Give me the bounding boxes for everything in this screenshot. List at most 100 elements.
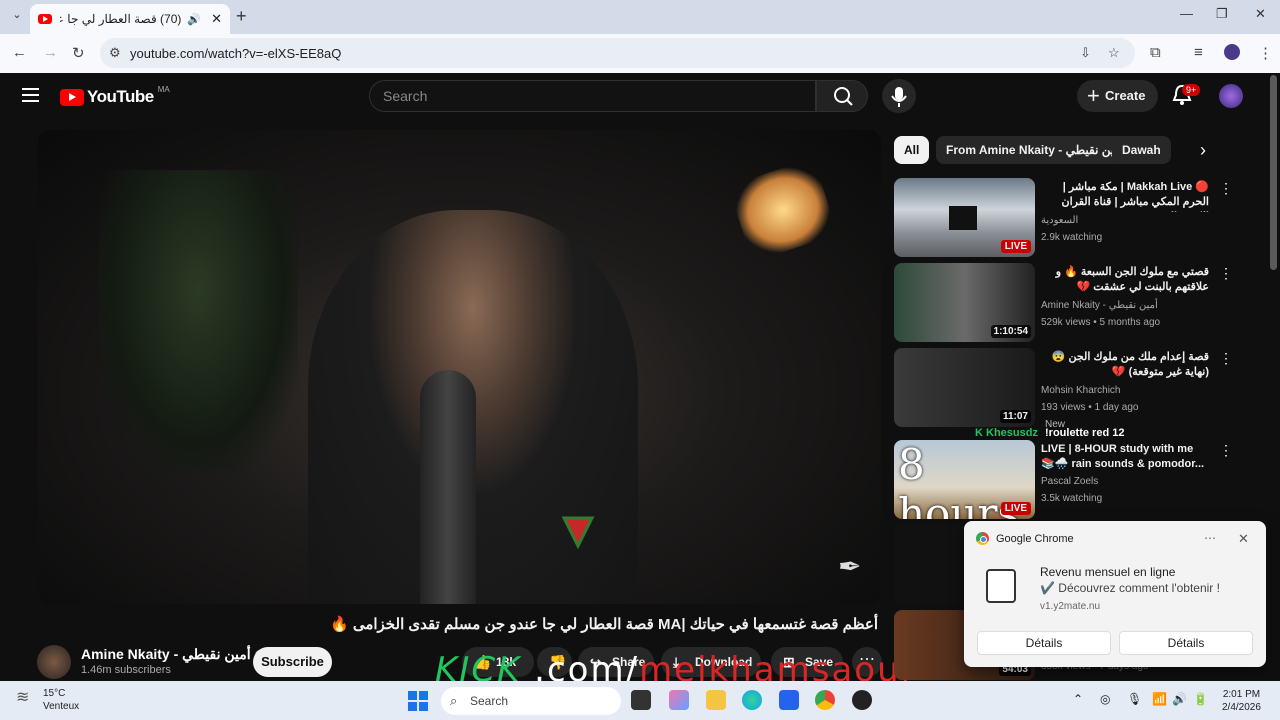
rec-title[interactable]: قصتي مع ملوك الجن السبعة 🔥 و علاقتهم بال… (1041, 265, 1209, 295)
kick-chat-user: K Khesusdz (975, 427, 1038, 439)
rec-meta: 2.9k watching (1041, 232, 1103, 243)
chevron-right-icon[interactable]: › (1200, 140, 1206, 161)
tray-app-icon[interactable]: ◎ (1100, 692, 1110, 706)
browser-chrome: ⌄ (70) قصة العطار لي جا عندو 🔊 ✕ + — ❐ ✕… (0, 0, 1280, 73)
tray-expand-icon[interactable]: ⌃ (1073, 692, 1083, 706)
channel-avatar[interactable] (37, 645, 71, 679)
thumbnail[interactable]: 1:10:54 (894, 263, 1035, 342)
video-title-text: أعظم قصة غتسمعها في حياتك |MA قصة العطار… (329, 616, 878, 633)
youtube-logo[interactable]: YouTube MA (60, 85, 170, 107)
browser-tab[interactable]: (70) قصة العطار لي جا عندو 🔊 ✕ (30, 4, 230, 34)
speaker-icon[interactable]: 🔊 (187, 13, 201, 26)
recommendation-item[interactable]: 11:07 قصة إعدام ملك من ملوك الجن 😨 (نهاي… (894, 348, 1264, 428)
tab-title: (70) قصة العطار لي جا عندو (60, 12, 182, 26)
more-vert-icon[interactable]: ⋮ (1219, 442, 1233, 459)
logo-text: YouTube (87, 87, 154, 106)
edge-icon[interactable] (742, 690, 762, 710)
scrollbar[interactable] (1270, 75, 1277, 270)
tray-mic-icon[interactable]: 🎙 (1127, 692, 1142, 706)
recommendation-item[interactable]: 8 hours LIVE LIVE | 8-HOUR study with me… (894, 440, 1264, 520)
browser-menu-icon[interactable]: ⋮ (1258, 44, 1273, 62)
chrome-taskbar-icon[interactable] (815, 690, 835, 710)
taskbar-clock[interactable]: 2:01 PM 2/4/2026 (1222, 688, 1261, 714)
rec-channel[interactable]: السعودية (1041, 215, 1078, 226)
youtube-favicon-icon (38, 14, 52, 24)
file-explorer-icon[interactable] (706, 690, 726, 710)
chip-all[interactable]: All (894, 136, 930, 164)
weather-widget[interactable]: ≋ 15°C Venteux (16, 687, 79, 713)
rec-title[interactable]: LIVE | 8-HOUR study with me 📚🌧️ rain sou… (1041, 442, 1209, 472)
forward-icon[interactable]: → (43, 44, 58, 61)
chip-from-channel[interactable]: From Amine Nkaity - أمين نقيطي (936, 136, 1135, 164)
thumbnail[interactable]: 8 hours LIVE (894, 440, 1035, 519)
search-button[interactable] (816, 80, 868, 112)
subscriber-count: 1.46m subscribers (81, 664, 171, 676)
taskbar-search[interactable]: ⌕ Search (441, 687, 621, 715)
notification-menu-icon[interactable]: ⋯ (1204, 531, 1216, 545)
volume-icon[interactable]: 🔊 (1172, 692, 1187, 706)
notification-source: v1.y2mate.nu (1040, 601, 1101, 612)
maximize-button[interactable]: ❐ (1216, 6, 1228, 22)
channel-watermark-icon[interactable]: ✒ (838, 550, 861, 583)
notification-app: Google Chrome (996, 533, 1074, 545)
duration-badge: 1:10:54 (990, 325, 1031, 338)
rec-channel[interactable]: Pascal Zoels (1041, 476, 1098, 487)
more-vert-icon[interactable]: ⋮ (1219, 180, 1233, 197)
rec-title[interactable]: 🔴 Makkah Live | مكة مباشر | الحرم المكي … (1041, 180, 1209, 212)
live-badge: LIVE (1000, 502, 1031, 515)
watermelon-print-icon (561, 516, 595, 550)
plus-icon: + (1087, 83, 1100, 108)
windows-start-icon[interactable] (408, 691, 428, 711)
search-icon (834, 87, 853, 106)
recommendation-item[interactable]: LIVE 🔴 Makkah Live | مكة مباشر | الحرم ا… (894, 178, 1264, 258)
search-input[interactable]: Search (369, 80, 816, 112)
rec-channel[interactable]: Amine Nkaity - أمين نقيطي (1041, 300, 1158, 311)
wifi-icon[interactable]: 📶 (1152, 692, 1167, 706)
notification-close-icon[interactable]: ✕ (1238, 531, 1249, 547)
new-tab-button[interactable]: + (236, 6, 247, 27)
notification-details-button[interactable]: Détails (977, 631, 1111, 655)
back-icon[interactable]: ← (12, 44, 27, 61)
address-bar[interactable]: ⚙ youtube.com/watch?v=-elXS-EE8aQ ⇩ ☆ (100, 38, 1135, 68)
install-app-icon[interactable]: ⇩ (1080, 45, 1091, 61)
account-avatar[interactable] (1219, 84, 1243, 108)
create-button[interactable]: + Create (1077, 80, 1158, 112)
profile-avatar[interactable] (1224, 44, 1240, 60)
minimize-button[interactable]: — (1180, 6, 1193, 21)
rec-title[interactable]: قصة إعدام ملك من ملوك الجن 😨 (نهاية غير … (1041, 350, 1209, 380)
subscribe-button[interactable]: Subscribe (253, 647, 332, 677)
close-tab-icon[interactable]: ✕ (211, 11, 222, 27)
tab-search-button[interactable]: ⌄ (8, 8, 26, 26)
video-microphone (420, 370, 476, 604)
store-icon[interactable] (779, 690, 799, 710)
notification-count-badge: 9+ (1182, 84, 1201, 96)
thumbnail[interactable]: 11:07 (894, 348, 1035, 427)
task-view-icon[interactable] (631, 690, 651, 710)
bookmark-star-icon[interactable]: ☆ (1108, 45, 1120, 61)
recommendation-item[interactable]: 1:10:54 قصتي مع ملوك الجن السبعة 🔥 و علا… (894, 263, 1264, 343)
site-info-icon[interactable]: ⚙ (109, 45, 121, 61)
battery-icon[interactable]: 🔋 (1193, 692, 1208, 706)
chrome-notification[interactable]: Google Chrome ⋯ ✕ Revenu mensuel en lign… (964, 521, 1266, 667)
notification-details-button-2[interactable]: Détails (1119, 631, 1253, 655)
more-vert-icon[interactable]: ⋮ (1219, 350, 1233, 367)
media-control-icon[interactable]: ≡ (1194, 44, 1203, 61)
address-row: ← → ↻ ⚙ youtube.com/watch?v=-elXS-EE8aQ … (0, 34, 1280, 73)
rec-channel[interactable]: Mohsin Kharchich (1041, 385, 1120, 396)
copilot-icon[interactable] (669, 690, 689, 710)
reload-icon[interactable]: ↻ (72, 44, 85, 62)
menu-icon[interactable] (22, 88, 39, 102)
channel-name[interactable]: Amine Nkaity - أمين نقيطي (81, 646, 265, 663)
channel-name-text: Amine Nkaity - أمين نقيطي (81, 646, 251, 662)
app-taskbar-icon[interactable] (852, 690, 872, 710)
more-vert-icon[interactable]: ⋮ (1219, 265, 1233, 282)
close-window-button[interactable]: ✕ (1255, 6, 1266, 22)
chip-dawah[interactable]: Dawah (1112, 136, 1171, 164)
notification-image-icon (986, 569, 1016, 603)
video-player[interactable]: ✒ (38, 130, 881, 604)
thumbnail[interactable]: LIVE (894, 178, 1035, 257)
voice-search-button[interactable] (882, 79, 916, 113)
rec-meta: 3.5k watching (1041, 493, 1103, 504)
youtube-play-icon (60, 88, 84, 106)
extensions-icon[interactable]: ⧉ (1150, 44, 1161, 61)
